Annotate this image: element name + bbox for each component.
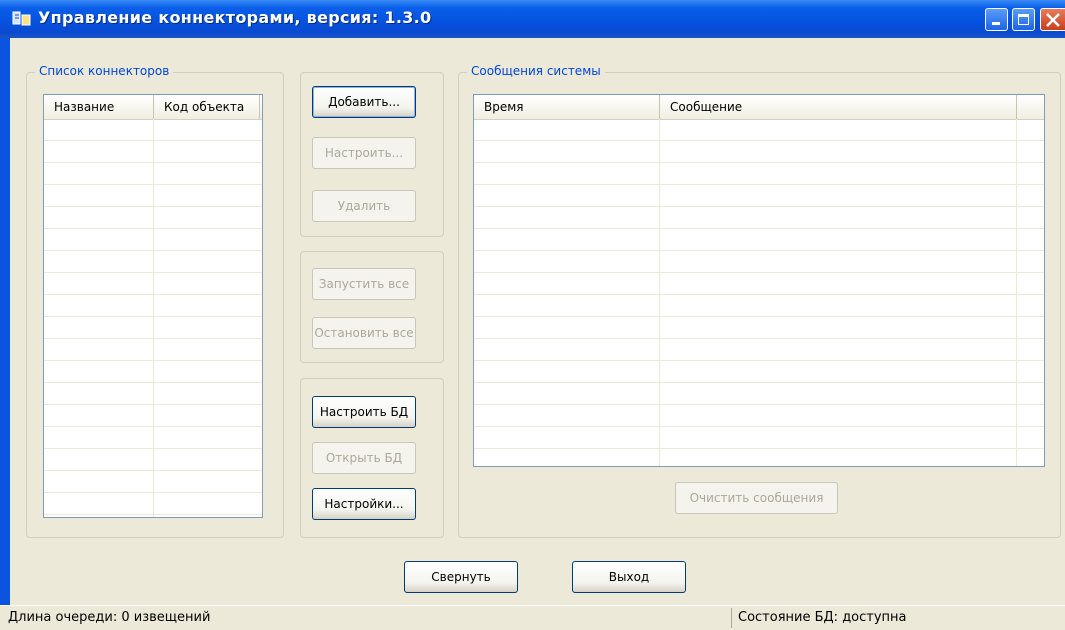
clear-messages-button[interactable]: Очистить сообщения — [675, 482, 838, 514]
app-icon — [12, 11, 31, 26]
minimize-window-button[interactable] — [985, 8, 1008, 31]
title-bar[interactable]: Управление коннекторами, версия: 1.3.0 — [0, 0, 1065, 38]
maximize-window-button[interactable] — [1012, 8, 1035, 31]
close-window-button[interactable] — [1040, 8, 1065, 31]
connectors-list-header: Название Код объекта — [44, 95, 262, 120]
column-divider — [1016, 119, 1017, 466]
minimize-icon — [992, 22, 1000, 25]
column-header-filler — [1017, 95, 1044, 119]
column-divider — [659, 119, 660, 466]
add-button[interactable]: Добавить... — [312, 86, 416, 118]
exit-button[interactable]: Выход — [572, 561, 686, 593]
configure-button[interactable]: Настроить... — [312, 137, 416, 169]
stop-all-button[interactable]: Остановить все — [312, 317, 416, 349]
status-divider — [731, 608, 732, 628]
queue-length-status: Длина очереди: 0 извещений — [8, 610, 211, 625]
settings-button[interactable]: Настройки... — [312, 488, 416, 520]
messages-list[interactable]: Время Сообщение — [473, 94, 1045, 467]
app-window: Управление коннекторами, версия: 1.3.0 С… — [0, 0, 1065, 630]
open-db-button[interactable]: Открыть БД — [312, 442, 416, 474]
connectors-list[interactable]: Название Код объекта — [43, 94, 263, 518]
messages-list-rows — [474, 119, 1044, 466]
messages-list-header: Время Сообщение — [474, 95, 1044, 120]
status-bar: Длина очереди: 0 извещений Состояние БД:… — [0, 605, 1065, 630]
close-icon — [1046, 13, 1060, 27]
messages-group-title: Сообщения системы — [467, 64, 605, 78]
maximize-icon — [1018, 14, 1029, 25]
column-divider — [153, 119, 154, 517]
column-header-name[interactable]: Название — [44, 95, 154, 119]
delete-button[interactable]: Удалить — [312, 190, 416, 222]
minimize-button[interactable]: Свернуть — [404, 561, 518, 593]
start-all-button[interactable]: Запустить все — [312, 268, 416, 300]
db-state-status: Состояние БД: доступна — [738, 610, 907, 625]
client-area: Список коннекторов Название Код объекта … — [10, 38, 1065, 605]
window-title: Управление коннекторами, версия: 1.3.0 — [38, 8, 432, 27]
column-header-time[interactable]: Время — [474, 95, 660, 119]
column-header-object-code[interactable]: Код объекта — [154, 95, 260, 119]
connectors-group-title: Список коннекторов — [35, 64, 174, 78]
column-header-message[interactable]: Сообщение — [660, 95, 1017, 119]
configure-db-button[interactable]: Настроить БД — [312, 396, 416, 428]
